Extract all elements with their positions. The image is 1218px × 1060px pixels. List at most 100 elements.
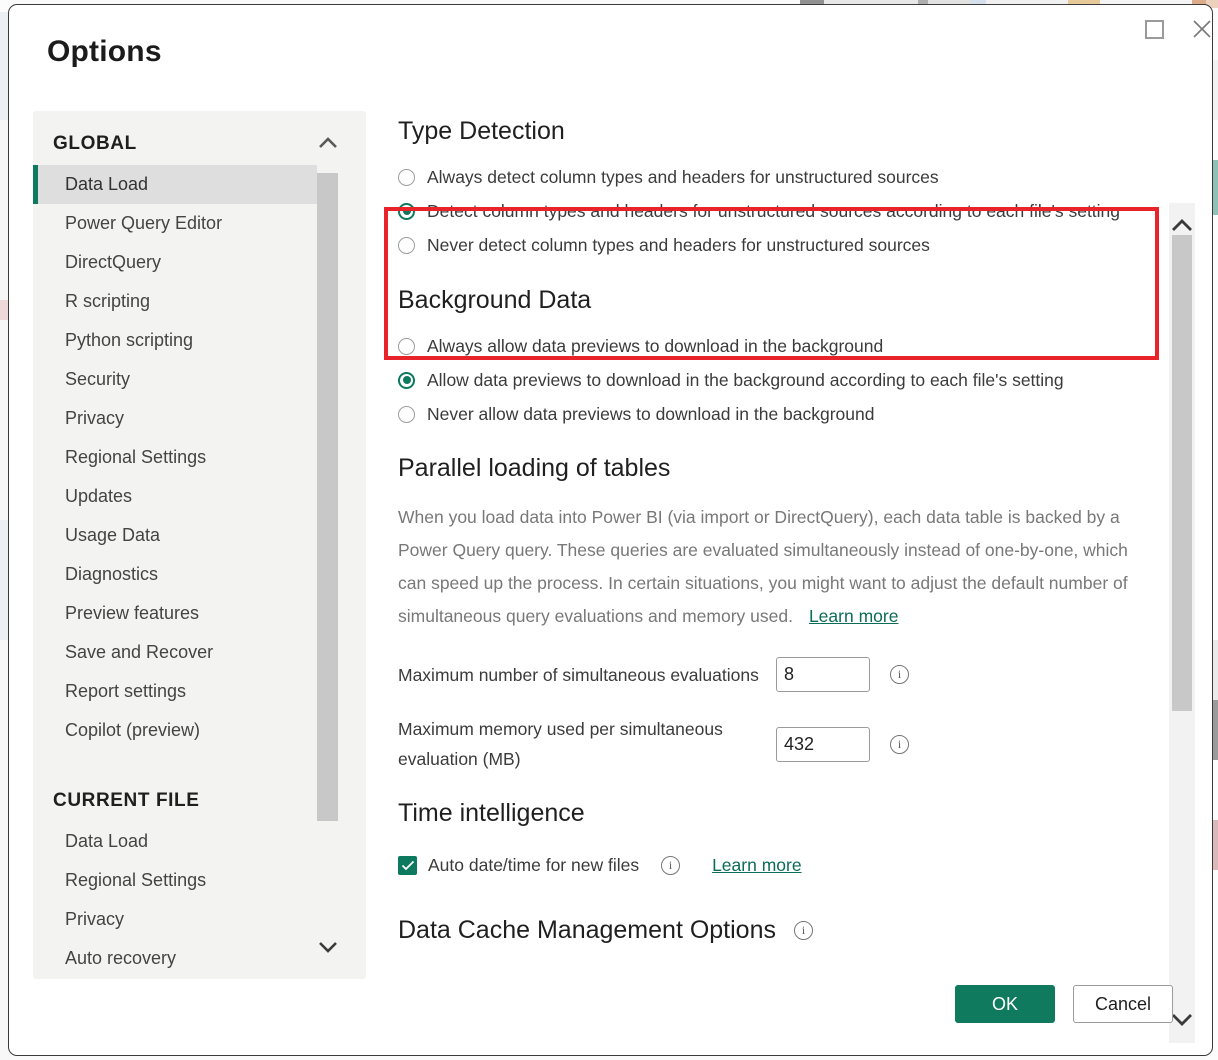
sidebar-item-label: Auto recovery: [65, 948, 176, 969]
radio-icon-selected: [398, 372, 415, 389]
sidebar-group-header-global: GLOBAL: [33, 111, 329, 165]
dialog-footer: OK Cancel: [9, 969, 1212, 1055]
section-background-data: Background Data Always allow data previe…: [398, 286, 1150, 431]
sidebar-item-label: Copilot (preview): [65, 720, 200, 741]
maximize-button[interactable]: [1131, 9, 1177, 49]
sidebar-item-directquery[interactable]: DirectQuery: [33, 243, 329, 282]
sidebar-group-header-current-file: CURRENT FILE: [33, 750, 329, 822]
sidebar-item-current-privacy[interactable]: Privacy: [33, 900, 329, 939]
field-max-memory-per-evaluation: Maximum memory used per simultaneous eva…: [398, 714, 1150, 774]
dialog-content: GLOBAL Data Load Power Query Editor Dire…: [9, 97, 1212, 1055]
sidebar-item-diagnostics[interactable]: Diagnostics: [33, 555, 329, 594]
sidebar-item-preview-features[interactable]: Preview features: [33, 594, 329, 633]
sidebar-scroll-up-button[interactable]: [317, 125, 338, 161]
sidebar-item-label: Privacy: [65, 909, 124, 930]
section-heading-type-detection: Type Detection: [398, 117, 1150, 146]
sidebar-item-label: Privacy: [65, 408, 124, 429]
radio-label: Allow data previews to download in the b…: [427, 370, 1064, 391]
sidebar-item-label: Python scripting: [65, 330, 193, 351]
sidebar-item-global-data-load[interactable]: Data Load: [33, 165, 329, 204]
sidebar-item-label: DirectQuery: [65, 252, 161, 273]
time-intelligence-row: Auto date/time for new files i Learn mor…: [398, 850, 1150, 880]
radio-icon: [398, 169, 415, 186]
sidebar-item-label: Preview features: [65, 603, 199, 624]
sidebar-item-label: R scripting: [65, 291, 150, 312]
sidebar-item-updates[interactable]: Updates: [33, 477, 329, 516]
info-icon[interactable]: i: [661, 856, 680, 875]
sidebar-item-current-data-load[interactable]: Data Load: [33, 822, 329, 861]
ok-button[interactable]: OK: [955, 985, 1055, 1023]
sidebar-item-python-scripting[interactable]: Python scripting: [33, 321, 329, 360]
radio-label: Never detect column types and headers fo…: [427, 235, 930, 256]
parallel-loading-description-text: When you load data into Power BI (via im…: [398, 507, 1128, 626]
radio-label: Always allow data previews to download i…: [427, 336, 883, 357]
radio-icon: [398, 406, 415, 423]
sidebar-item-label: Updates: [65, 486, 132, 507]
sidebar-item-label: Save and Recover: [65, 642, 213, 663]
parallel-loading-description: When you load data into Power BI (via im…: [398, 501, 1150, 633]
sidebar-item-report-settings[interactable]: Report settings: [33, 672, 329, 711]
sidebar-item-usage-data[interactable]: Usage Data: [33, 516, 329, 555]
radio-icon: [398, 237, 415, 254]
sidebar-scrollbar[interactable]: [317, 111, 338, 979]
settings-main-panel: Type Detection Always detect column type…: [384, 111, 1164, 961]
sidebar-item-label: Security: [65, 369, 130, 390]
radio-icon-selected: [398, 203, 415, 220]
radio-always-detect[interactable]: Always detect column types and headers f…: [398, 160, 1150, 194]
sidebar-item-label: Diagnostics: [65, 564, 158, 585]
sidebar-item-power-query-editor[interactable]: Power Query Editor: [33, 204, 329, 243]
sidebar-scrollbar-thumb[interactable]: [317, 173, 338, 821]
sidebar-item-label: Power Query Editor: [65, 213, 222, 234]
info-icon[interactable]: i: [890, 665, 909, 684]
radio-never-allow-previews[interactable]: Never allow data previews to download in…: [398, 397, 1150, 431]
sidebar-item-label: Regional Settings: [65, 447, 206, 468]
sidebar-item-copilot-preview[interactable]: Copilot (preview): [33, 711, 329, 750]
section-heading-background-data: Background Data: [398, 286, 1150, 315]
chevron-down-icon: [318, 940, 338, 954]
section-heading-parallel-loading: Parallel loading of tables: [398, 454, 1150, 483]
sidebar-scroll-area: GLOBAL Data Load Power Query Editor Dire…: [33, 111, 329, 979]
maximize-icon: [1145, 20, 1164, 39]
sidebar-scroll-down-button[interactable]: [317, 929, 338, 965]
main-scrollbar[interactable]: [1169, 203, 1195, 1043]
max-memory-input[interactable]: [776, 727, 870, 762]
radio-allow-previews-per-file[interactable]: Allow data previews to download in the b…: [398, 363, 1150, 397]
auto-date-time-label: Auto date/time for new files: [428, 850, 639, 880]
field-label: Maximum number of simultaneous evaluatio…: [398, 660, 776, 690]
sidebar-item-privacy[interactable]: Privacy: [33, 399, 329, 438]
sidebar-item-label: Data Load: [65, 831, 148, 852]
radio-detect-per-file[interactable]: Detect column types and headers for unst…: [398, 194, 1150, 228]
section-type-detection: Type Detection Always detect column type…: [398, 117, 1150, 262]
learn-more-link-parallel[interactable]: Learn more: [809, 606, 899, 626]
sidebar-item-save-and-recover[interactable]: Save and Recover: [33, 633, 329, 672]
max-evaluations-input[interactable]: [776, 657, 870, 692]
section-heading-time-intelligence: Time intelligence: [398, 799, 1150, 828]
auto-date-time-checkbox[interactable]: [398, 856, 417, 875]
chevron-up-icon: [318, 136, 338, 150]
radio-icon: [398, 338, 415, 355]
main-scrollbar-thumb[interactable]: [1172, 235, 1192, 711]
info-icon[interactable]: i: [890, 735, 909, 754]
sidebar-item-current-regional-settings[interactable]: Regional Settings: [33, 861, 329, 900]
learn-more-link-time-intelligence[interactable]: Learn more: [712, 855, 802, 876]
close-button[interactable]: [1179, 9, 1213, 49]
section-heading-data-cache: Data Cache Management Options: [398, 916, 776, 945]
sidebar-item-regional-settings[interactable]: Regional Settings: [33, 438, 329, 477]
radio-label: Detect column types and headers for unst…: [427, 201, 1120, 222]
section-time-intelligence: Time intelligence Auto date/time for new…: [398, 799, 1150, 880]
sidebar-item-label: Data Load: [65, 174, 148, 195]
field-max-simultaneous-evaluations: Maximum number of simultaneous evaluatio…: [398, 657, 1150, 692]
checkmark-icon: [401, 860, 415, 871]
sidebar-item-r-scripting[interactable]: R scripting: [33, 282, 329, 321]
sidebar-item-security[interactable]: Security: [33, 360, 329, 399]
field-label: Maximum memory used per simultaneous eva…: [398, 714, 776, 774]
info-icon[interactable]: i: [794, 921, 813, 940]
page-title: Options: [47, 35, 162, 69]
chevron-up-icon: [1171, 218, 1193, 233]
radio-always-allow-previews[interactable]: Always allow data previews to download i…: [398, 329, 1150, 363]
radio-label: Never allow data previews to download in…: [427, 404, 875, 425]
settings-sidebar: GLOBAL Data Load Power Query Editor Dire…: [33, 111, 366, 979]
dialog-titlebar: Options: [9, 5, 1212, 97]
radio-never-detect[interactable]: Never detect column types and headers fo…: [398, 228, 1150, 262]
cancel-button[interactable]: Cancel: [1073, 985, 1173, 1023]
